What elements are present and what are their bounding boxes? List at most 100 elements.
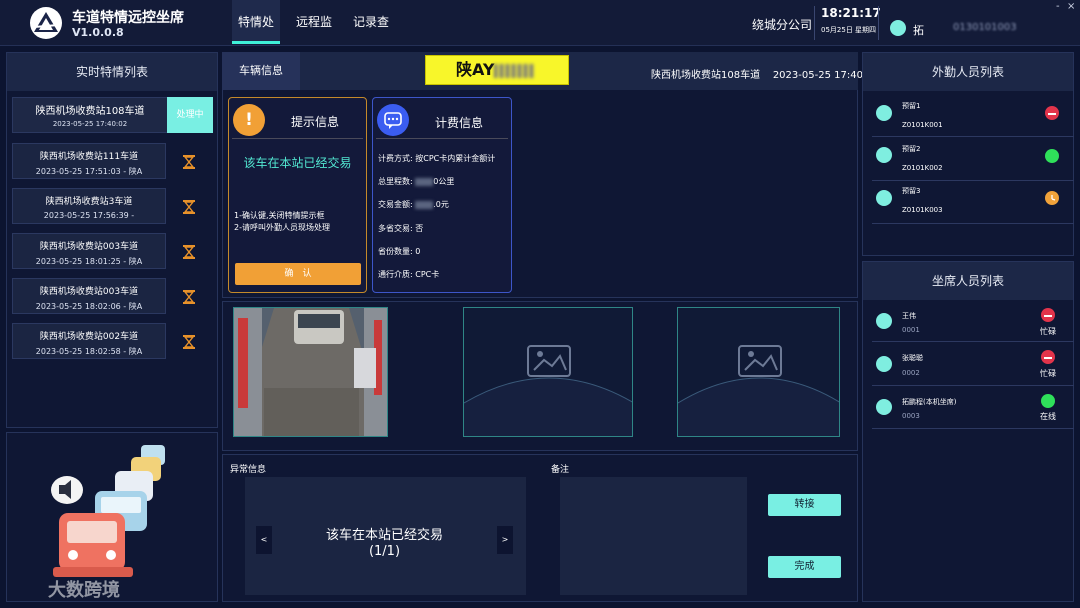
fee-medium: 通行介质: CPC卡 [378,269,439,280]
alert-title: 陕西机场收费站111车道 [39,152,139,162]
abnormal-message: 该车在本站已经交易 [325,528,443,543]
status-badge-processing: 处理中 [167,97,213,133]
tab-record-query[interactable]: 记录查询 [347,0,395,73]
vehicle-lane-time: 陕西机场收费站108车道 2023-05-25 17:40:02 [651,66,879,81]
fee-title: 计费信息 [435,116,484,130]
seat-staff-status: 忙碌 [1040,369,1056,378]
alert-time: 2023-05-25 18:01:25 - 陕A [35,257,143,266]
tip-divider [232,138,363,139]
next-button[interactable]: > [497,526,513,554]
fee-province-label: 省份数量: [378,247,416,256]
warning-icon: ! [233,104,265,136]
user-name: 拓 [913,24,924,37]
realtime-title: 实时特情列表 [7,53,217,91]
seat-staff-avatar [876,356,892,372]
field-staff-name: 预留3 [902,187,921,195]
tab-remote-monitor[interactable]: 远程监控 [289,0,339,73]
user-avatar[interactable] [890,20,906,36]
tip-title: 提示信息 [291,115,340,129]
alert-item[interactable]: 陕西机场收费站111车道 2023-05-25 17:51:03 - 陕A [12,143,166,179]
camera-feed-3[interactable] [677,307,840,437]
remark-label: 备注 [551,465,570,475]
seat-staff-name: 张聪聪 [902,354,923,362]
seat-staff-status: 在线 [1040,412,1056,421]
online-status-icon [1045,149,1059,163]
row-divider [872,385,1074,386]
seat-staff-code: 0002 [902,369,920,377]
seat-staff-name: 王伟 [902,312,916,320]
prev-button[interactable]: < [256,526,272,554]
hourglass-icon [182,289,196,304]
fee-method-value: 按CPC卡内累计金额计 [415,154,496,163]
alert-title: 陕西机场收费站003车道 [39,242,139,252]
branch-name: 绕城分公司 [752,18,813,32]
tip-step-1: 1-确认键,关闭特情提示框 [234,211,325,220]
field-staff-code: Z0101K001 [902,121,943,129]
user-id: 0130101003 [953,22,1017,33]
hourglass-icon [182,199,196,214]
tab-special-handling[interactable]: 特情处理 [232,0,280,73]
alert-item[interactable]: 陕西机场收费站003车道 2023-05-25 18:02:06 - 陕A [12,278,166,314]
tab-vehicle-info[interactable]: 车辆信息 [222,52,300,90]
minimize-icon[interactable]: - [1056,1,1060,12]
alert-item[interactable]: 陕西机场收费站002车道 2023-05-25 18:02:58 - 陕A [12,323,166,359]
watermark-text: 大数跨境 [48,580,120,601]
clock-time: 18:21:17 [821,6,881,20]
fee-mileage-label: 总里程数: [378,177,416,186]
field-staff-code: Z0101K002 [902,164,943,172]
fee-method-label: 计费方式: [378,154,416,163]
alert-time: 2023-05-25 17:51:03 - 陕A [35,167,143,176]
done-button[interactable]: 完成 [768,556,841,578]
row-divider [872,180,1074,181]
alert-item-active[interactable]: 陕西机场收费站108车道 2023-05-25 17:40:02 处理中 [12,97,213,133]
fee-mileage-value: 0公里 [433,177,455,186]
field-staff-avatar [876,190,892,206]
vehicle-lane: 陕西机场收费站108车道 [651,70,761,81]
alert-item[interactable]: 陕西机场收费站3车道 2023-05-25 17:56:39 - [12,188,166,224]
seat-staff-avatar [876,313,892,329]
fee-amount-value: .0元 [433,200,449,209]
busy-status-icon [1041,308,1055,322]
plate-text: 陕AY [456,60,495,79]
transfer-button[interactable]: 转接 [768,494,841,516]
seat-staff-status: 忙碌 [1040,327,1056,336]
header-divider [814,6,815,40]
hourglass-icon [182,244,196,259]
alert-title: 陕西机场收费站3车道 [45,197,133,207]
abnormal-label: 异常信息 [230,465,267,475]
field-staff-name: 预留2 [902,145,921,153]
field-staff-name: 预留1 [902,102,921,110]
row-divider [872,136,1074,137]
hourglass-icon [182,334,196,349]
header-divider [878,6,879,40]
tip-message: 该车在本站已经交易 [243,156,352,170]
row-divider [872,223,1074,224]
remark-input[interactable] [560,477,747,595]
chat-icon [377,104,409,136]
app-title: 车道特情远控坐席 [72,10,184,26]
field-staff-title: 外勤人员列表 [863,53,1073,91]
close-icon[interactable]: × [1067,1,1075,12]
alert-item[interactable]: 陕西机场收费站003车道 2023-05-25 18:01:25 - 陕A [12,233,166,269]
row-divider [872,341,1074,342]
row-divider [872,428,1074,429]
alert-title: 陕西机场收费站002车道 [39,332,139,342]
alert-time: 2023-05-25 17:56:39 - [43,211,135,220]
confirm-button[interactable]: 确 认 [235,263,361,285]
lane-camera-image [234,308,387,436]
fee-mileage: 总里程数: 0公里 [378,176,454,187]
field-staff-avatar [876,147,892,163]
clock-status-icon [1045,191,1059,205]
camera-feed-2[interactable] [463,307,633,437]
image-placeholder-icon [678,345,839,436]
redacted [415,200,434,209]
camera-feed-1[interactable] [233,307,388,437]
fee-multi-label: 多省交易: [378,224,416,233]
fee-province-count: 省份数量: 0 [378,246,420,257]
fee-method: 计费方式: 按CPC卡内累计金额计 [378,153,506,164]
fee-amount: 交易金额: .0元 [378,199,449,210]
alert-time: 2023-05-25 18:02:06 - 陕A [35,302,143,311]
field-staff-code: Z0101K003 [902,206,943,214]
online-status-icon [1041,394,1055,408]
alert-title: 陕西机场收费站108车道 [35,106,145,117]
